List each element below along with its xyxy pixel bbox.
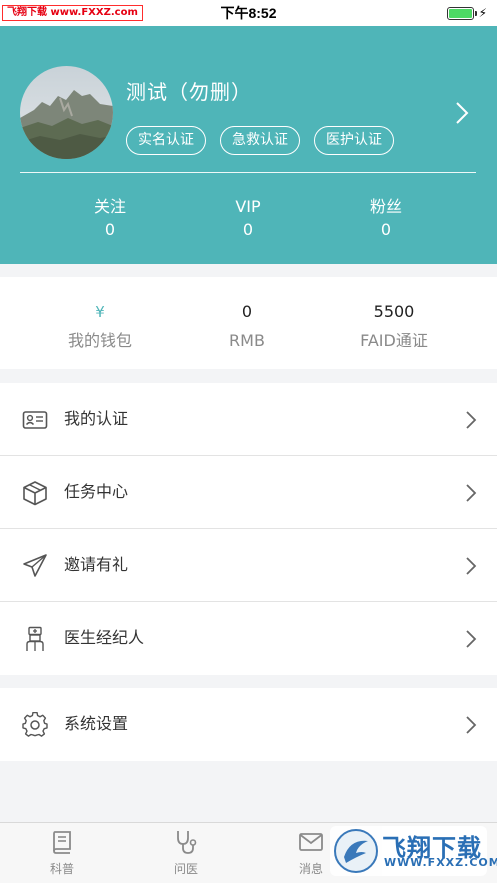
stat-value: 0 [380,220,392,239]
chevron-right-icon[interactable] [452,100,472,126]
chevron-right-icon [466,484,477,502]
stethoscope-icon [177,831,197,854]
settings-menu: 系统设置 [0,688,497,761]
badge-real-name[interactable]: 实名认证 [126,126,206,155]
doctor-icon [26,626,44,651]
stat-value: 0 [104,220,116,239]
stat-fans[interactable]: 粉丝 0 [326,196,446,242]
menu-item-my-certification[interactable]: 我的认证 [0,383,497,456]
menu-item-doctor-agent[interactable]: 医生经纪人 [0,602,497,675]
status-bar: 飞翔下载 www.FXXZ.com 下午8:52 ⚡ [0,0,497,26]
main-menu: 我的认证 任务中心 邀请有礼 医生经纪人 [0,383,497,675]
box-icon [23,481,47,506]
badge-medical[interactable]: 医护认证 [314,126,394,155]
menu-label: 邀请有礼 [64,555,129,574]
badge-first-aid[interactable]: 急救认证 [220,126,300,155]
stat-following[interactable]: 关注 0 [50,196,170,242]
tab-label: 科普 [49,862,74,876]
avatar[interactable] [20,66,113,159]
watermark-logo-icon [334,829,378,873]
book-icon [53,831,71,854]
certification-badges: 实名认证 急救认证 医护认证 [126,126,394,155]
charging-icon: ⚡ [478,6,487,20]
wallet-balance[interactable]: ¥ 我的钱包 [20,299,180,353]
menu-item-system-settings[interactable]: 系统设置 [0,688,497,761]
menu-label: 我的认证 [64,409,129,428]
user-name: 测试（勿删） [126,80,252,104]
stat-label: 粉丝 [369,197,402,216]
stat-label: 关注 [93,197,126,216]
stat-vip[interactable]: VIP 0 [188,196,308,242]
profile-header[interactable]: 测试（勿删） 实名认证 急救认证 医护认证 关注 0 VIP 0 粉丝 0 [0,26,497,264]
wallet-value: 0 [241,302,253,321]
wallet-panel: ¥ 我的钱包 0 RMB 5500 FAID通证 [0,277,497,369]
paper-plane-icon [23,554,47,577]
gear-icon [22,712,48,737]
menu-item-task-center[interactable]: 任务中心 [0,456,497,529]
mail-icon [299,833,323,851]
tab-label: 问医 [173,862,198,876]
chevron-right-icon [466,630,477,648]
wallet-faid-token[interactable]: 5500 FAID通证 [314,299,474,353]
yen-icon: ¥ [95,303,105,321]
watermark-logo: 飞翔下载 www.FXXZ.com [2,5,143,21]
menu-label: 医生经纪人 [64,628,145,647]
wallet-rmb[interactable]: 0 RMB [167,299,327,353]
menu-item-invite-rewards[interactable]: 邀请有礼 [0,529,497,602]
watermark-url: WWW.FXXZ.COM [384,856,497,869]
chevron-right-icon [466,716,477,734]
wallet-label: 我的钱包 [67,331,132,350]
menu-label: 任务中心 [64,482,129,501]
menu-label: 系统设置 [64,714,129,733]
stat-value: 0 [242,220,254,239]
wallet-label: FAID通证 [360,331,428,350]
tab-ask-doctor[interactable]: 问医 [146,829,226,877]
chevron-right-icon [466,557,477,575]
id-card-icon [22,411,48,429]
chevron-right-icon [466,411,477,429]
wallet-value: 5500 [373,302,415,321]
status-time: 下午8:52 [220,5,277,21]
battery-icon: ⚡ [446,6,487,20]
stat-label: VIP [235,197,261,216]
tab-science[interactable]: 科普 [22,829,102,877]
wallet-label: RMB [229,331,265,350]
header-divider [20,172,476,173]
